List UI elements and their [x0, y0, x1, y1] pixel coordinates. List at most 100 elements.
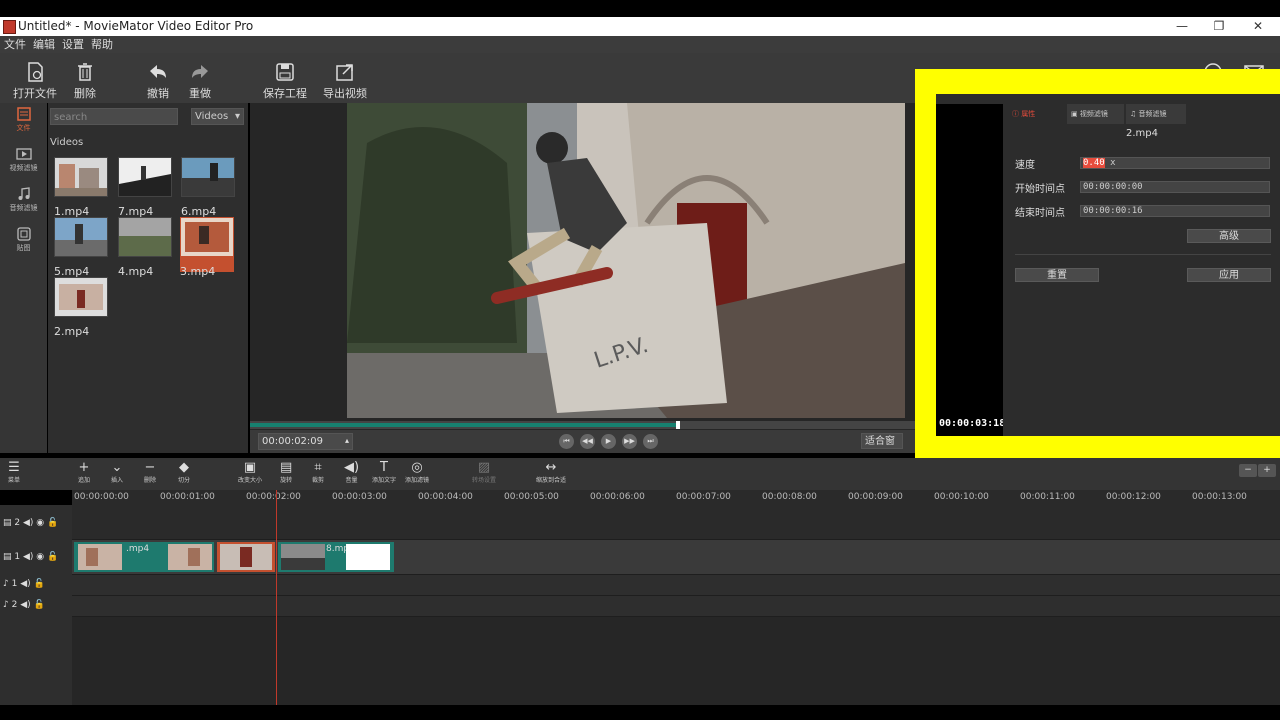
timeline-menu-button[interactable]: ☰ 菜单 [8, 460, 20, 484]
video-track-1[interactable]: .mp4 8.mp [72, 540, 1280, 575]
thumbnail-image [54, 277, 108, 317]
timecode-input[interactable]: 00:00:02:09 ▴ [258, 433, 353, 450]
nav-audio-filters[interactable]: 音频滤镜 [2, 187, 45, 213]
speaker-icon[interactable]: ◀) [20, 579, 30, 589]
playback-progress[interactable] [250, 421, 915, 429]
media-item-7[interactable]: 7.mp4 [118, 157, 172, 218]
apply-button[interactable]: 应用 [1187, 268, 1271, 282]
skip-start-button[interactable]: ⏮ [559, 434, 574, 449]
media-item-2[interactable]: 2.mp4 [54, 277, 108, 338]
zoom-value: 适合窗 [865, 436, 895, 447]
video-track-2[interactable] [72, 505, 1280, 540]
insert-button[interactable]: ⌄ 插入 [111, 460, 123, 484]
media-item-3[interactable]: 3.mp4 [180, 217, 234, 278]
media-item-4[interactable]: 4.mp4 [118, 217, 172, 278]
speaker-icon[interactable]: ◀) [23, 518, 33, 528]
music-icon: ♫ [1130, 110, 1139, 118]
skip-end-button[interactable]: ⏭ [643, 434, 658, 449]
speed-input[interactable]: 0.40 x [1080, 157, 1270, 169]
audio-track-1[interactable] [72, 575, 1280, 596]
minimize-button[interactable]: — [1172, 18, 1192, 35]
close-button[interactable]: ✕ [1248, 18, 1268, 35]
menu-edit[interactable]: 编辑 [33, 36, 55, 53]
search-input[interactable]: search [50, 108, 178, 125]
rotate-button[interactable]: ▤ 旋转 [280, 460, 292, 484]
fit-icon: ↔ [545, 460, 557, 475]
open-file-button[interactable]: 打开文件 [13, 61, 57, 101]
trash-icon [78, 63, 92, 81]
media-item-6[interactable]: 6.mp4 [181, 157, 235, 218]
rewind-button[interactable]: ◀◀ [580, 434, 595, 449]
filter-icon: ◎ [411, 460, 423, 475]
delete-button[interactable]: 删除 [74, 61, 96, 101]
append-button[interactable]: + 追加 [78, 460, 90, 484]
ruler-tick: 00:00:10:00 [934, 492, 989, 502]
save-project-button[interactable]: 保存工程 [263, 61, 307, 101]
zoom-select[interactable]: 适合窗 [861, 433, 903, 449]
timeline-ruler[interactable]: 00:00:00:00 00:00:01:00 00:00:02:00 00:0… [72, 490, 1280, 505]
track-label: 2 [14, 518, 21, 528]
open-file-label: 打开文件 [13, 87, 57, 100]
video-frame[interactable]: L.P.V. [347, 103, 905, 418]
preview-panel: L.P.V. 00:00:02:09 ▴ ⏮ ◀◀ ▶ ▶▶ ⏭ 适合窗 [250, 103, 915, 453]
media-item-1[interactable]: 1.mp4 [54, 157, 108, 218]
timeline-clip[interactable]: 8.mp [278, 542, 394, 572]
tab-properties[interactable]: ⓘ 属性 [1008, 104, 1065, 124]
menu-settings[interactable]: 设置 [62, 36, 84, 53]
maximize-button[interactable]: ❐ [1209, 18, 1229, 35]
menu-file[interactable]: 文件 [4, 36, 26, 53]
eye-icon[interactable]: ◉ [36, 552, 44, 562]
advanced-button[interactable]: 高级 [1187, 229, 1271, 243]
lock-icon[interactable]: 🔓 [47, 518, 58, 528]
lock-icon[interactable]: 🔓 [34, 600, 45, 610]
eye-icon[interactable]: ◉ [36, 518, 44, 528]
app-icon [3, 20, 16, 34]
add-filter-button[interactable]: ◎ 添加滤镜 [405, 460, 429, 484]
lock-icon[interactable]: 🔓 [34, 579, 45, 589]
zoom-out-button[interactable]: − [1239, 464, 1257, 477]
nav-video-filters[interactable]: 视频滤镜 [2, 147, 45, 173]
start-time-input[interactable]: 00:00:00:00 [1080, 181, 1270, 193]
tool-label: 转场设置 [472, 477, 497, 484]
fast-forward-button[interactable]: ▶▶ [622, 434, 637, 449]
timeline-toolbar: ☰ 菜单 + 追加 ⌄ 插入 − 删除 ◆ 切分 ▣ 改变大小 ▤ 旋转 ⌗ 裁剪 ◀) 音量 T… [0, 458, 1280, 490]
spin-arrows-icon[interactable]: ▴ [345, 433, 349, 449]
play-button[interactable]: ▶ [601, 434, 616, 449]
properties-panel: 00:00:03:18 ⓘ 属性 ▣ 视频滤镜 ♫ 音频滤镜 2.mp4 速度 … [936, 94, 1280, 436]
nav-files[interactable]: 文件 [2, 107, 45, 133]
undo-button[interactable]: 撤销 [147, 61, 169, 101]
clip-label: .mp4 [126, 544, 150, 554]
zoom-to-fit-button[interactable]: ↔ 缩放到合适 [536, 460, 566, 484]
resize-button[interactable]: ▣ 改变大小 [238, 460, 262, 484]
media-filter-select[interactable]: Videos ▾ [191, 108, 244, 125]
progress-handle[interactable] [676, 421, 680, 429]
transition-icon: ▨ [477, 460, 491, 475]
volume-button[interactable]: ◀) 音量 [344, 460, 359, 484]
tab-video-filters[interactable]: ▣ 视频滤镜 [1067, 104, 1124, 124]
export-video-button[interactable]: 导出视频 [323, 61, 367, 101]
timeline-clip[interactable]: .mp4 [74, 542, 214, 572]
reset-button[interactable]: 重置 [1015, 268, 1099, 282]
nav-stickers[interactable]: 贴图 [2, 227, 45, 253]
audio-track-2[interactable] [72, 596, 1280, 617]
tab-audio-filters[interactable]: ♫ 音频滤镜 [1126, 104, 1186, 124]
media-section-title: Videos [50, 137, 84, 148]
ruler-tick: 00:00:09:00 [848, 492, 903, 502]
volume-icon: ◀) [344, 460, 360, 475]
speaker-icon[interactable]: ◀) [20, 600, 30, 610]
media-item-5[interactable]: 5.mp4 [54, 217, 108, 278]
speaker-icon[interactable]: ◀) [23, 552, 33, 562]
split-button[interactable]: ◆ 切分 [178, 460, 190, 484]
speed-value: 0.40 [1083, 158, 1105, 168]
transition-settings-button[interactable]: ▨ 转场设置 [472, 460, 496, 484]
menu-help[interactable]: 帮助 [91, 36, 113, 53]
crop-button[interactable]: ⌗ 裁剪 [312, 460, 324, 484]
end-time-input[interactable]: 00:00:00:16 [1080, 205, 1270, 217]
timeline-clip-selected[interactable] [217, 542, 275, 572]
lock-icon[interactable]: 🔓 [47, 552, 58, 562]
remove-button[interactable]: − 删除 [144, 460, 156, 484]
zoom-in-button[interactable]: + [1258, 464, 1276, 477]
add-text-button[interactable]: T 添加文字 [372, 460, 396, 484]
redo-button[interactable]: 重做 [189, 61, 211, 101]
playhead[interactable] [276, 490, 277, 705]
